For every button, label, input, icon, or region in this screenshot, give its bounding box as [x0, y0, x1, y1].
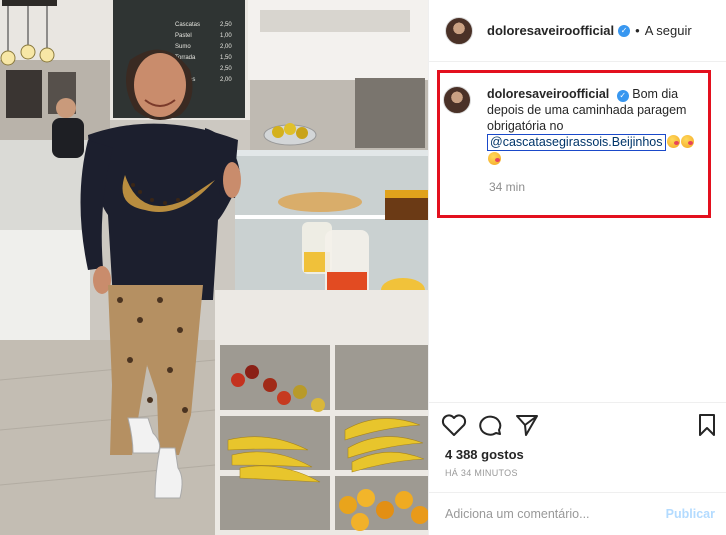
caption-timestamp[interactable]: 34 min: [489, 180, 525, 194]
verified-badge-icon: ✓: [616, 90, 629, 102]
chalkboard-price: 1,00: [220, 33, 232, 39]
chalkboard-price: 2,00: [220, 77, 232, 83]
chalkboard-item: Sumo: [175, 44, 191, 50]
action-icons: [441, 413, 539, 442]
caption-text: doloresaveiroofficial ✓ Bom dia depois d…: [487, 86, 709, 167]
photo-scene: Cascatas 2,50Pastel 1,00Sumo 2,00Torrada 1,5…: [0, 0, 428, 535]
comment-input[interactable]: [445, 507, 666, 521]
chalkboard-price: 2,50: [220, 22, 232, 28]
author-username[interactable]: doloresaveiroofficial: [487, 23, 614, 38]
speech-bubble-icon[interactable]: [479, 413, 503, 442]
chalkboard-price: 2,50: [220, 66, 232, 72]
kiss-emoji-icon: [488, 152, 501, 165]
author-avatar[interactable]: [445, 16, 473, 45]
post-comment-button[interactable]: Publicar: [666, 507, 715, 521]
kiss-emoji-icon: [666, 135, 680, 148]
post-date[interactable]: HÁ 34 MINUTOS: [445, 468, 518, 478]
chalkboard-item: Cascatas: [175, 22, 200, 28]
verified-badge-icon: ✓: [618, 24, 631, 37]
post-header: doloresaveiroofficial ✓ • A seguir: [429, 0, 726, 62]
following-button[interactable]: A seguir: [645, 23, 692, 38]
chalkboard-item: Pastel: [175, 33, 192, 39]
action-bar: 4 388 gostos HÁ 34 MINUTOS: [429, 402, 726, 502]
likes-count[interactable]: 4 388 gostos: [445, 447, 524, 462]
post-photo[interactable]: Cascatas 2,50 Pastel 1,00 Sumo 2,00 Torrada 1,5…: [0, 0, 428, 535]
kiss-emoji-icon: [680, 135, 694, 148]
paper-plane-icon[interactable]: [515, 413, 539, 442]
header-separator: •: [635, 23, 640, 38]
caption-avatar[interactable]: [443, 86, 471, 114]
heart-icon[interactable]: [441, 413, 467, 442]
comment-form: Publicar: [429, 492, 726, 535]
post-caption: doloresaveiroofficial ✓ Bom dia depois d…: [443, 86, 713, 167]
caption-username[interactable]: doloresaveiroofficial: [487, 87, 609, 101]
chalkboard-price: 1,50: [220, 55, 232, 61]
chalkboard-price: 2,00: [220, 44, 232, 50]
post-side-panel: doloresaveiroofficial ✓ • A seguir dolor…: [428, 0, 726, 535]
bookmark-icon[interactable]: [697, 413, 717, 442]
mention-link[interactable]: @cascatasegirassois.Beijinhos: [487, 134, 666, 151]
